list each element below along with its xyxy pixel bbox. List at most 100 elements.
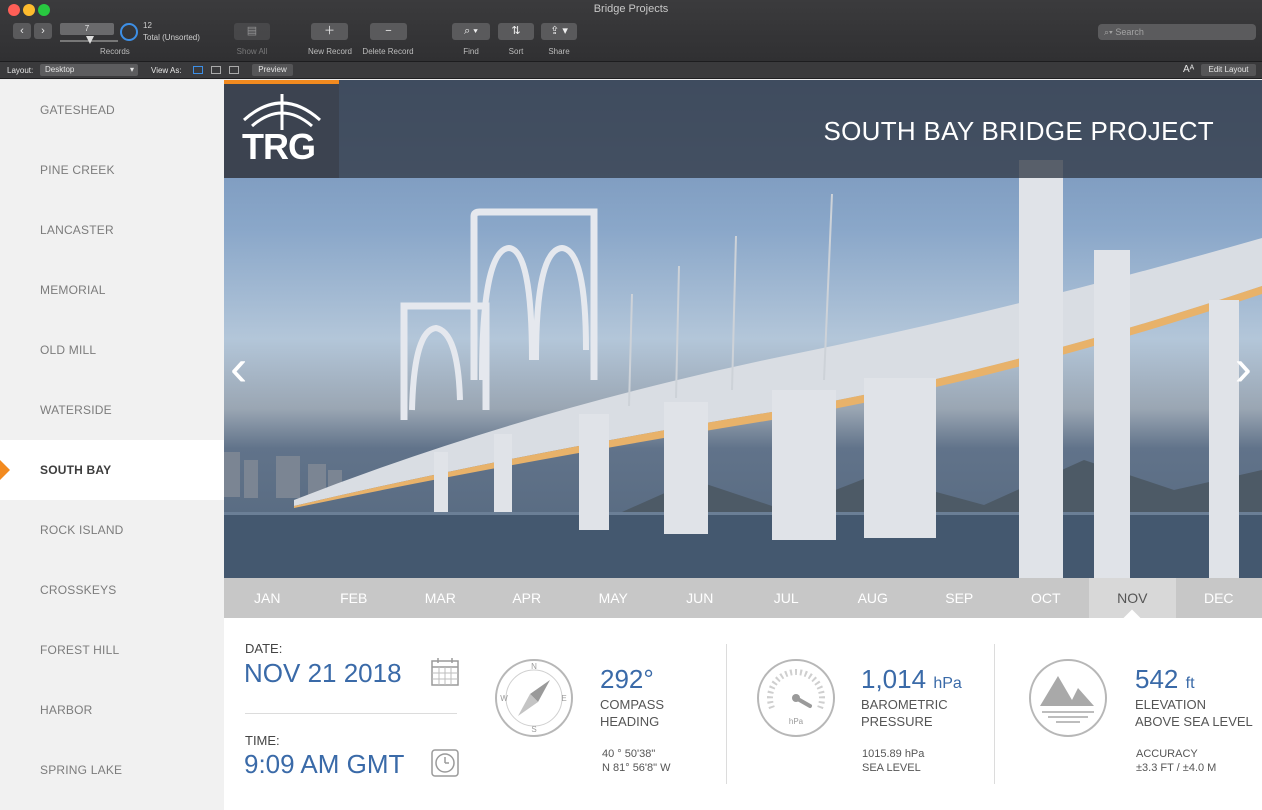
layout-select-value: Desktop [45,65,75,74]
sort-icon: ⇅ [511,25,521,37]
table-view-icon[interactable] [229,66,239,74]
show-all-label: Show All [236,47,268,56]
elevation-value: 542 ft [1135,664,1195,695]
edit-layout-button[interactable]: Edit Layout [1201,64,1256,76]
sidebar-item-pine-creek[interactable]: PINE CREEK [0,140,224,200]
share-label: Share [548,47,570,56]
sidebar-item-forest-hill[interactable]: FOREST HILL [0,620,224,680]
next-photo-button[interactable]: › [1235,342,1252,394]
date-value: NOV 21 2018 [244,658,402,688]
record-count: 12 [143,21,152,30]
plus-icon: ＋ [324,25,335,37]
bridge-logo-icon [243,94,321,130]
compass-icon: N E S W [495,659,573,737]
chevron-down-icon: ▾ [129,65,134,74]
compass-s: S [531,725,536,734]
delete-record-label: Delete Record [362,47,414,56]
sidebar-item-lancaster[interactable]: LANCASTER [0,200,224,260]
mountain-icon [1029,659,1107,737]
active-item-marker [0,460,10,480]
sidebar-item-south-bay[interactable]: SOUTH BAY [0,440,224,500]
sea-level-label: SEA LEVEL [862,762,921,774]
pressure-label-2: PRESSURE [861,714,933,729]
record-total-label: Total (Unsorted) [143,33,200,42]
compass-w: W [500,694,508,703]
pressure-number: 1,014 [861,664,927,694]
previous-record-button[interactable]: ‹ [13,23,31,39]
minus-icon: − [385,25,392,37]
pressure-elevation-divider [994,644,995,784]
text-size-icon[interactable]: Aᴬ [1183,64,1194,75]
month-tab-mar[interactable]: MAR [397,578,484,618]
chevron-right-icon: › [1234,339,1252,397]
elevation-unit: ft [1185,675,1195,692]
list-view-icon[interactable] [211,66,221,74]
date-time-divider [245,713,457,714]
layout-bar: Layout: Desktop ▾ View As: Preview Aᴬ Edi… [0,62,1262,79]
logo-text: TRG [242,126,316,167]
view-as-label: View As: [151,66,182,75]
month-tabs: JAN FEB MAR APR MAY JUN JUL AUG SEP OCT … [224,578,1262,627]
previous-photo-button[interactable]: ‹ [230,342,247,394]
new-record-button[interactable]: ＋ [311,23,348,40]
month-tab-nov[interactable]: NOV [1089,578,1176,627]
next-record-button[interactable]: › [34,23,52,39]
sort-button[interactable]: ⇅ [498,23,534,40]
layout-select[interactable]: Desktop ▾ [40,64,138,76]
date-label: DATE: [245,641,283,656]
month-tab-sep[interactable]: SEP [916,578,1003,618]
compass-n: N [531,662,537,671]
sort-label: Sort [508,47,524,56]
elevation-label-2: ABOVE SEA LEVEL [1135,714,1253,729]
search-placeholder: Search [1115,27,1144,37]
time-value: 9:09 AM GMT [244,749,405,779]
sidebar-item-harbor[interactable]: HARBOR [0,680,224,740]
calendar-icon[interactable] [431,658,459,686]
records-pie-icon [120,23,138,41]
share-icon: ⇪ ▾ [550,25,568,37]
compass-value: 292° [600,664,654,694]
month-tab-dec[interactable]: DEC [1176,578,1262,618]
show-all-icon: ▤ [246,25,258,37]
month-tab-feb[interactable]: FEB [311,578,398,618]
latitude-value: 40 ° 50'38" [602,748,656,760]
new-record-label: New Record [307,47,352,56]
compass-label-2: HEADING [600,714,660,729]
pressure-unit: hPa [933,675,962,692]
pressure-label-1: BAROMETRIC [861,697,948,712]
project-sidebar: GATESHEAD PINE CREEK LANCASTER MEMORIAL … [0,80,224,810]
find-button[interactable]: ⌕ ▾ [452,23,490,40]
compass-label-1: COMPASS [600,697,665,712]
search-icon: ⌕▾ [1104,27,1116,37]
chevron-left-icon: ‹ [20,25,24,37]
records-label: Records [100,47,130,56]
preview-button[interactable]: Preview [252,64,293,76]
share-button[interactable]: ⇪ ▾ [541,23,577,40]
sidebar-item-waterside[interactable]: WATERSIDE [0,380,224,440]
sidebar-item-gateshead[interactable]: GATESHEAD [0,80,224,140]
month-tab-oct[interactable]: OCT [1003,578,1090,618]
sidebar-item-rock-island[interactable]: ROCK ISLAND [0,500,224,560]
sidebar-item-crosskeys[interactable]: CROSSKEYS [0,560,224,620]
magnifier-icon: ⌕ ▾ [464,25,478,37]
sidebar-item-memorial[interactable]: MEMORIAL [0,260,224,320]
sidebar-item-old-mill[interactable]: OLD MILL [0,320,224,380]
delete-record-button[interactable]: − [370,23,407,40]
month-tab-jun[interactable]: JUN [657,578,744,618]
compass-pressure-divider [726,644,727,784]
month-tab-may[interactable]: MAY [570,578,657,618]
layout-label: Layout: [7,66,34,75]
show-all-button[interactable]: ▤ [234,23,270,40]
hero-banner: TRG SOUTH BAY BRIDGE PROJECT [224,80,1262,178]
month-tab-jul[interactable]: JUL [743,578,830,618]
sidebar-item-spring-lake[interactable]: SPRING LAKE [0,740,224,800]
search-field[interactable]: ⌕▾ Search [1098,24,1256,40]
sidebar-item-label: SOUTH BAY [40,463,112,477]
month-tab-apr[interactable]: APR [484,578,571,618]
record-number-field[interactable]: 7 [60,23,114,35]
trg-logo: TRG [224,80,339,178]
form-view-icon[interactable] [193,66,203,74]
month-tab-jan[interactable]: JAN [224,578,311,618]
month-tab-aug[interactable]: AUG [830,578,917,618]
clock-icon[interactable] [431,749,459,777]
